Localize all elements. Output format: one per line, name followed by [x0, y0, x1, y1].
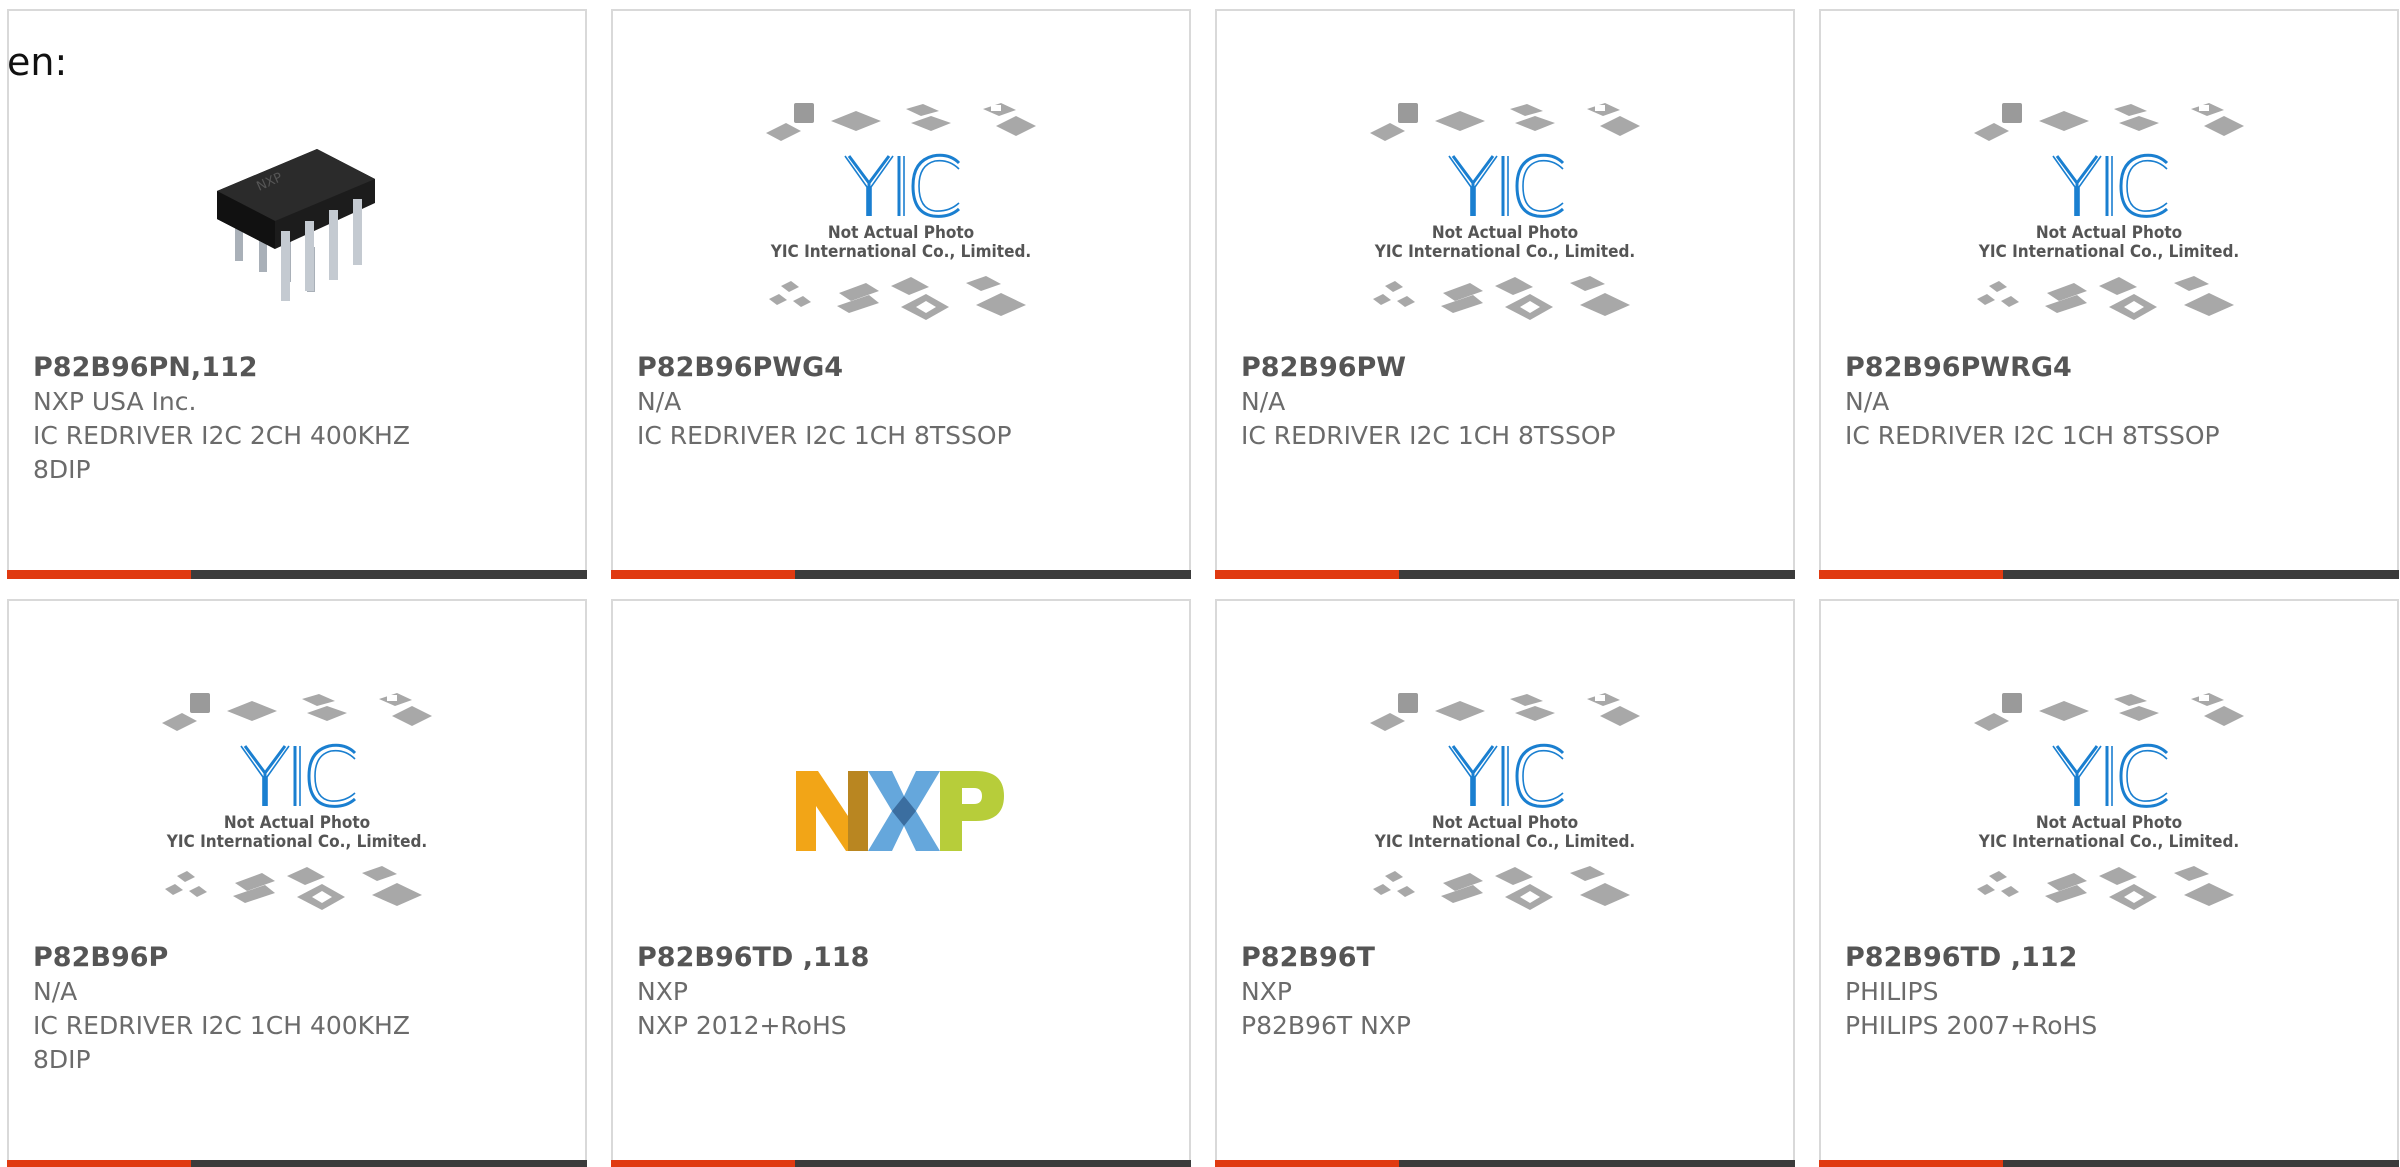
product-card[interactable]: Not Actual Photo YIC International Co., …: [611, 9, 1191, 579]
product-image[interactable]: Not Actual Photo YIC International Co., …: [1217, 671, 1793, 951]
part-number-link[interactable]: P82B96P: [33, 941, 565, 975]
product-image[interactable]: NXP: [9, 81, 585, 361]
placeholder-caption-2: YIC International Co., Limited.: [166, 832, 427, 852]
product-image[interactable]: Not Actual Photo YIC International Co., …: [1821, 671, 2397, 951]
manufacturer: NXP: [1241, 977, 1292, 1006]
product-grid: NXP P82B96PN,112 NXP USA Inc. IC REDRIVE…: [7, 9, 2399, 1167]
part-number-link[interactable]: P82B96PN,112: [33, 351, 565, 385]
part-number-link[interactable]: P82B96TD ,112: [1845, 941, 2377, 975]
product-card[interactable]: Not Actual Photo YIC International Co., …: [1819, 9, 2399, 579]
card-bottom-bar: [1215, 1160, 1795, 1167]
part-number-link[interactable]: P82B96PWRG4: [1845, 351, 2377, 385]
product-card[interactable]: P82B96TD ,118 NXP NXP 2012+RoHS: [611, 599, 1191, 1167]
placeholder-caption-2: YIC International Co., Limited.: [1978, 242, 2239, 262]
product-results-page: en: NXP P82B96PN,112 NXP USA Inc. IC RED…: [0, 0, 2400, 1167]
product-image[interactable]: Not Actual Photo YIC International Co., …: [613, 81, 1189, 361]
product-info: P82B96P N/A IC REDRIVER I2C 1CH 400KHZ 8…: [33, 941, 565, 1077]
card-bottom-bar: [7, 1160, 587, 1167]
placeholder-caption-2: YIC International Co., Limited.: [1374, 242, 1635, 262]
truncated-heading: en:: [7, 40, 68, 84]
product-image[interactable]: [613, 671, 1189, 951]
placeholder-caption-1: Not Actual Photo: [2036, 813, 2182, 833]
description: IC REDRIVER I2C 1CH 8TSSOP: [1845, 421, 2220, 450]
card-bottom-bar: [611, 1160, 1191, 1167]
placeholder-caption-1: Not Actual Photo: [1432, 813, 1578, 833]
nxp-logo-icon: [796, 771, 1004, 851]
placeholder-caption-2: YIC International Co., Limited.: [770, 242, 1031, 262]
yic-placeholder-icon: Not Actual Photo YIC International Co., …: [1370, 103, 1640, 320]
product-image[interactable]: Not Actual Photo YIC International Co., …: [1821, 81, 2397, 361]
product-card[interactable]: Not Actual Photo YIC International Co., …: [1215, 599, 1795, 1167]
manufacturer: NXP: [637, 977, 688, 1006]
product-info: P82B96PW N/A IC REDRIVER I2C 1CH 8TSSOP: [1241, 351, 1773, 453]
yic-placeholder-icon: Not Actual Photo YIC International Co., …: [766, 103, 1036, 320]
description: IC REDRIVER I2C 1CH 400KHZ 8DIP: [33, 1011, 410, 1074]
manufacturer: PHILIPS: [1845, 977, 1939, 1006]
description: P82B96T NXP: [1241, 1011, 1411, 1040]
product-image[interactable]: Not Actual Photo YIC International Co., …: [1217, 81, 1793, 361]
yic-placeholder-icon: Not Actual Photo YIC International Co., …: [1974, 103, 2244, 320]
manufacturer: N/A: [637, 387, 682, 416]
product-info: P82B96T NXP P82B96T NXP: [1241, 941, 1773, 1043]
placeholder-caption-1: Not Actual Photo: [2036, 223, 2182, 243]
card-bottom-bar: [1819, 570, 2399, 579]
manufacturer: N/A: [1845, 387, 1890, 416]
product-info: P82B96PN,112 NXP USA Inc. IC REDRIVER I2…: [33, 351, 565, 487]
manufacturer: NXP USA Inc.: [33, 387, 197, 416]
placeholder-caption-1: Not Actual Photo: [828, 223, 974, 243]
product-info: P82B96PWG4 N/A IC REDRIVER I2C 1CH 8TSSO…: [637, 351, 1169, 453]
yic-placeholder-icon: Not Actual Photo YIC International Co., …: [1974, 693, 2244, 910]
description: IC REDRIVER I2C 2CH 400KHZ 8DIP: [33, 421, 410, 484]
card-bottom-bar: [611, 570, 1191, 579]
product-info: P82B96TD ,118 NXP NXP 2012+RoHS: [637, 941, 1169, 1043]
product-info: P82B96PWRG4 N/A IC REDRIVER I2C 1CH 8TSS…: [1845, 351, 2377, 453]
product-card[interactable]: Not Actual Photo YIC International Co., …: [7, 599, 587, 1167]
card-bottom-bar: [7, 570, 587, 579]
product-card[interactable]: NXP P82B96PN,112 NXP USA Inc. IC REDRIVE…: [7, 9, 587, 579]
product-card[interactable]: Not Actual Photo YIC International Co., …: [1215, 9, 1795, 579]
placeholder-caption-2: YIC International Co., Limited.: [1374, 832, 1635, 852]
placeholder-caption-1: Not Actual Photo: [224, 813, 370, 833]
product-image[interactable]: Not Actual Photo YIC International Co., …: [9, 671, 585, 951]
yic-placeholder-icon: Not Actual Photo YIC International Co., …: [162, 693, 432, 910]
part-number-link[interactable]: P82B96PW: [1241, 351, 1773, 385]
description: NXP 2012+RoHS: [637, 1011, 847, 1040]
product-card[interactable]: Not Actual Photo YIC International Co., …: [1819, 599, 2399, 1167]
description: IC REDRIVER I2C 1CH 8TSSOP: [1241, 421, 1616, 450]
description: IC REDRIVER I2C 1CH 8TSSOP: [637, 421, 1012, 450]
description: PHILIPS 2007+RoHS: [1845, 1011, 2098, 1040]
manufacturer: N/A: [1241, 387, 1286, 416]
placeholder-caption-2: YIC International Co., Limited.: [1978, 832, 2239, 852]
part-number-link[interactable]: P82B96T: [1241, 941, 1773, 975]
part-number-link[interactable]: P82B96PWG4: [637, 351, 1169, 385]
card-bottom-bar: [1215, 570, 1795, 579]
yic-placeholder-icon: Not Actual Photo YIC International Co., …: [1370, 693, 1640, 910]
placeholder-caption-1: Not Actual Photo: [1432, 223, 1578, 243]
manufacturer: N/A: [33, 977, 78, 1006]
card-bottom-bar: [1819, 1160, 2399, 1167]
product-info: P82B96TD ,112 PHILIPS PHILIPS 2007+RoHS: [1845, 941, 2377, 1043]
dip8-chip-photo-icon: NXP: [217, 149, 375, 301]
part-number-link[interactable]: P82B96TD ,118: [637, 941, 1169, 975]
